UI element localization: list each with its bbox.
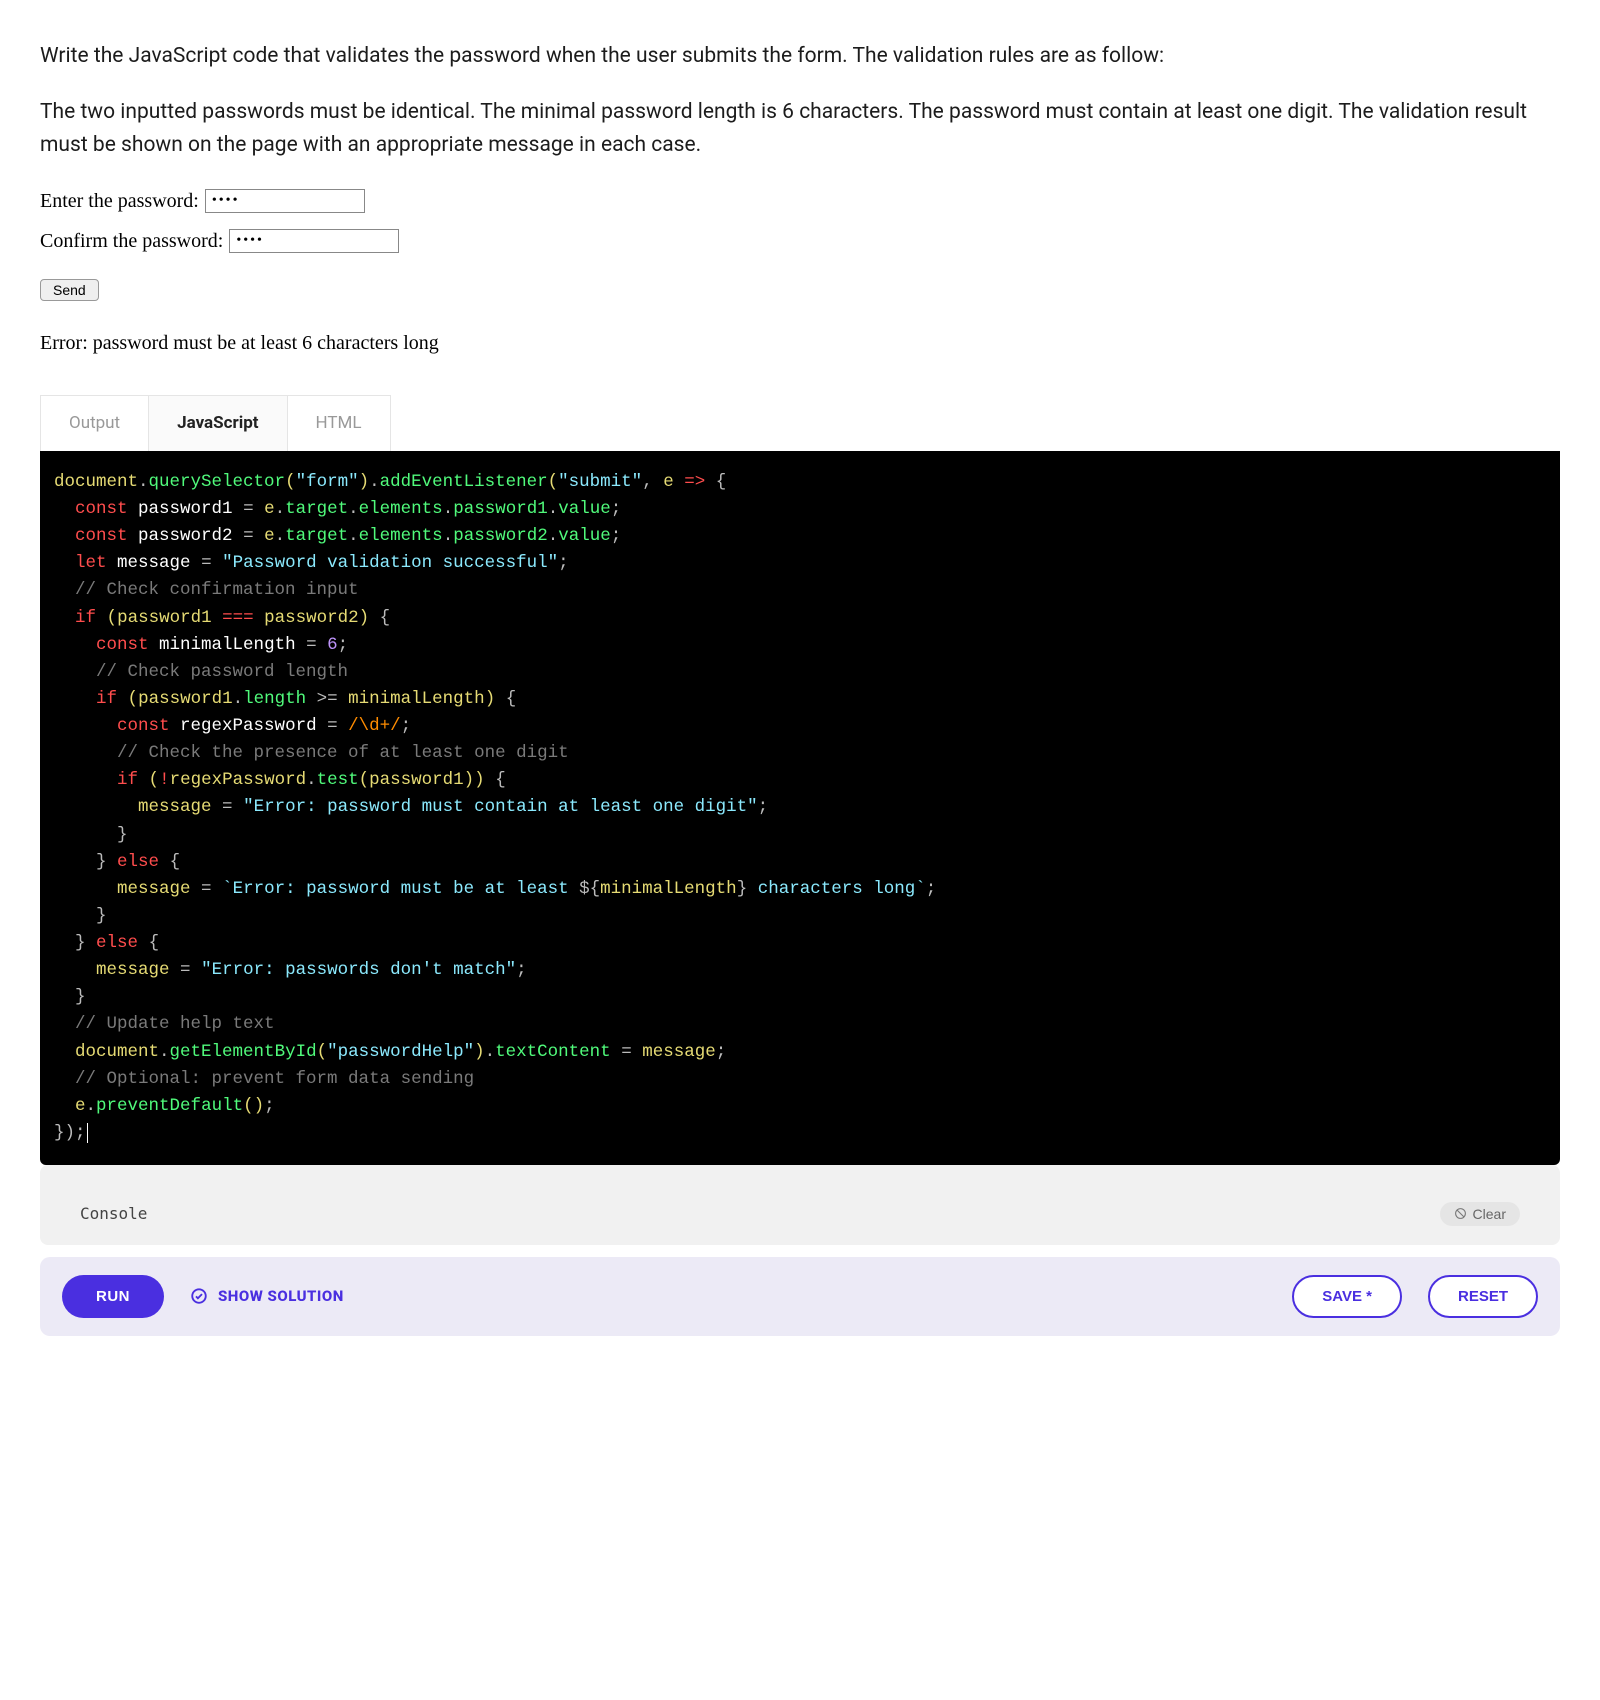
confirm-password-label: Confirm the password:	[40, 225, 223, 257]
check-circle-icon	[190, 1287, 208, 1305]
validation-error-text: Error: password must be at least 6 chara…	[40, 327, 1560, 359]
show-solution-label: SHOW SOLUTION	[218, 1284, 344, 1308]
confirm-password-field[interactable]	[229, 229, 399, 253]
console-panel: Console Clear	[58, 1183, 1542, 1245]
save-button[interactable]: SAVE *	[1292, 1275, 1402, 1318]
send-button[interactable]: Send	[40, 279, 99, 301]
tab-html[interactable]: HTML	[288, 395, 391, 451]
editor-tabs: Output JavaScript HTML	[40, 395, 1560, 451]
reset-button[interactable]: RESET	[1428, 1275, 1538, 1318]
console-title: Console	[80, 1201, 147, 1227]
tab-output[interactable]: Output	[40, 395, 149, 451]
enter-password-field[interactable]	[205, 189, 365, 213]
clear-label: Clear	[1473, 1206, 1506, 1222]
action-bar: RUN SHOW SOLUTION SAVE * RESET	[40, 1257, 1560, 1336]
instruction-paragraph-2: The two inputted passwords must be ident…	[40, 96, 1560, 163]
tab-javascript[interactable]: JavaScript	[149, 395, 287, 451]
example-output-preview: Enter the password: Confirm the password…	[40, 185, 1560, 359]
show-solution-button[interactable]: SHOW SOLUTION	[190, 1284, 344, 1308]
clear-console-button[interactable]: Clear	[1440, 1202, 1520, 1226]
run-button[interactable]: RUN	[62, 1275, 164, 1318]
enter-password-label: Enter the password:	[40, 185, 199, 217]
instruction-paragraph-1: Write the JavaScript code that validates…	[40, 40, 1560, 74]
clear-icon	[1454, 1207, 1467, 1220]
code-editor[interactable]: document.querySelector("form").addEventL…	[40, 451, 1560, 1165]
